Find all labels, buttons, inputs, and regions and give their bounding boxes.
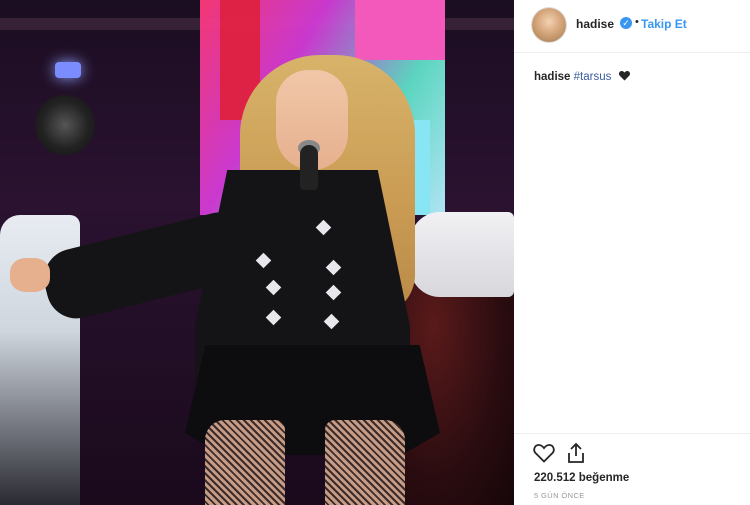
separator-dot: •: [635, 16, 639, 28]
singer-leg: [205, 420, 285, 505]
dancer-arm-right: [410, 212, 514, 297]
avatar[interactable]: [532, 8, 566, 42]
follow-button[interactable]: Takip Et: [641, 17, 687, 31]
singer-hand: [10, 258, 50, 292]
post-sidebar: hadise ✓ • Takip Et hadise #tarsus 220.5…: [514, 0, 750, 505]
post-timestamp: 5 GÜN ÖNCE: [534, 491, 585, 500]
likes-count[interactable]: 220.512 beğenme: [534, 472, 629, 484]
stage-light: [55, 62, 81, 78]
divider: [514, 433, 750, 434]
post-header: hadise ✓ • Takip Et: [514, 0, 750, 53]
singer-leg: [325, 420, 405, 505]
post-caption: hadise #tarsus: [534, 70, 631, 84]
speaker: [35, 95, 95, 155]
verified-badge-icon: ✓: [620, 17, 632, 29]
microphone: [300, 145, 318, 190]
caption-hashtag[interactable]: #tarsus: [574, 71, 612, 83]
share-upload-icon[interactable]: [564, 441, 588, 465]
caption-username[interactable]: hadise: [534, 71, 570, 83]
like-heart-icon[interactable]: [532, 441, 556, 465]
black-heart-icon: [618, 70, 631, 84]
post-photo[interactable]: [0, 0, 514, 505]
username[interactable]: hadise: [576, 17, 614, 31]
